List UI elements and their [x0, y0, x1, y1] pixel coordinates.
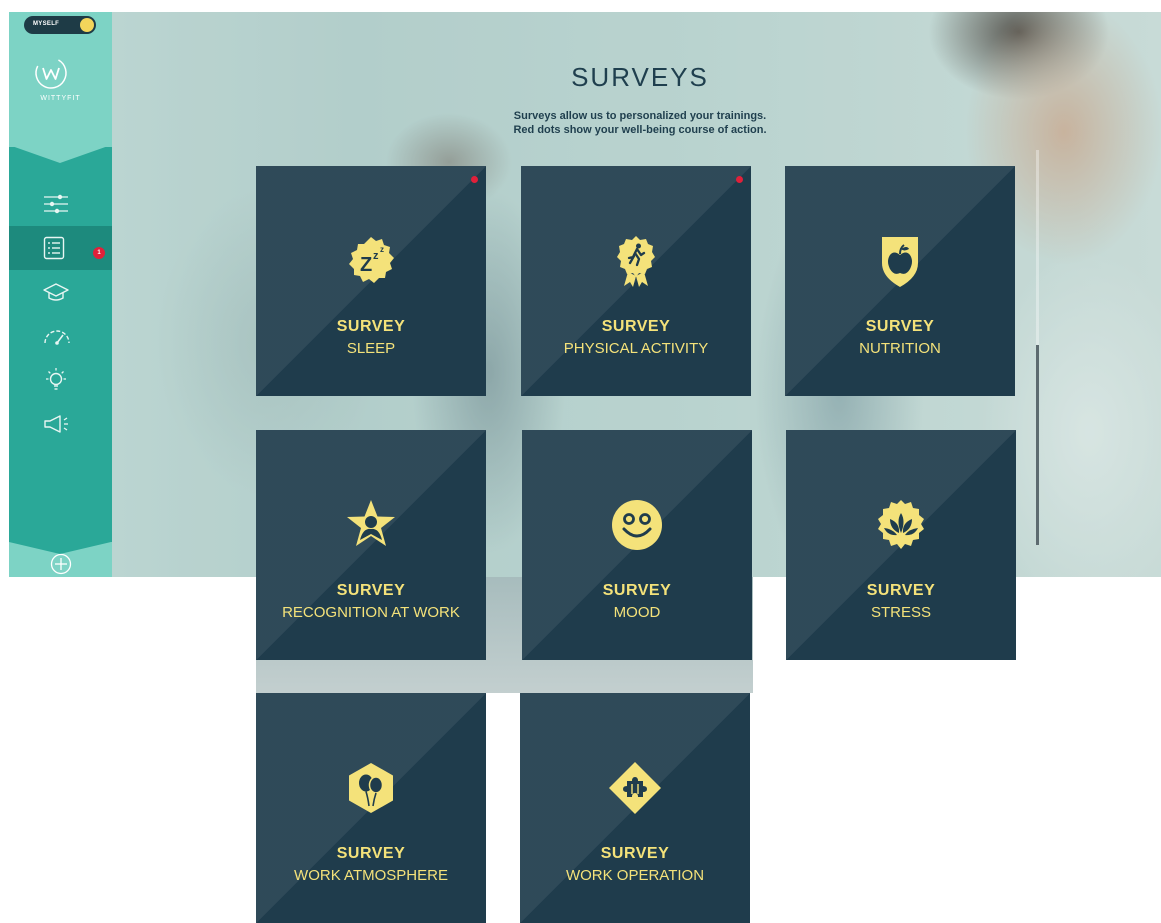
sidebar-footer [9, 542, 112, 577]
survey-card-work-operation[interactable]: SURVEY WORK OPERATION [520, 693, 750, 923]
card-title: SURVEY [336, 318, 406, 335]
card-title: SURVEY [866, 582, 936, 599]
card-title: SURVEY [336, 845, 406, 862]
lotus-icon [878, 500, 924, 549]
puzzle-diamond-icon [609, 762, 661, 814]
apple-shield-icon [882, 237, 918, 287]
card-subtitle: PHYSICAL ACTIVITY [563, 340, 709, 357]
card-title: SURVEY [336, 582, 406, 599]
toggle-knob [80, 18, 94, 32]
card-subtitle: STRESS [870, 604, 931, 621]
svg-text:z: z [373, 250, 379, 262]
nav-item-dashboard[interactable] [9, 314, 112, 358]
subtitle-line-1: Surveys allow us to personalized your tr… [513, 110, 767, 122]
card-subtitle: NUTRITION [859, 340, 941, 357]
sidebar-chevron [9, 145, 111, 163]
subtitle-line-2: Red dots show your well-being course of … [513, 124, 767, 136]
running-badge-icon [617, 236, 655, 287]
card-subtitle: WORK ATMOSPHERE [294, 867, 448, 884]
survey-card-recognition-at-work[interactable]: SURVEY RECOGNITION AT WORK [256, 430, 486, 660]
red-dot-indicator [471, 176, 478, 183]
nav-item-settings[interactable] [9, 182, 112, 226]
card-title: SURVEY [865, 318, 935, 335]
nav-item-training[interactable] [9, 270, 112, 314]
survey-card-work-atmosphere[interactable]: SURVEY WORK ATMOSPHERE [256, 693, 486, 923]
megaphone-icon [44, 415, 68, 433]
logo-icon [35, 57, 67, 89]
card-subtitle: MOOD [613, 604, 661, 621]
mode-toggle-label: MYSELF [33, 21, 60, 27]
scrollbar-thumb[interactable] [1036, 345, 1039, 545]
sidebar-header: MYSELF WITTYFIT [9, 12, 112, 147]
svg-text:Z: Z [360, 254, 372, 276]
svg-text:z: z [380, 245, 384, 254]
sliders-icon [44, 194, 68, 214]
card-title: SURVEY [601, 318, 671, 335]
graduation-cap-icon [43, 283, 69, 301]
gauge-icon [44, 330, 70, 345]
page-subtitle: Surveys allow us to personalized your tr… [440, 109, 840, 137]
red-dot-indicator [736, 176, 743, 183]
survey-card-physical-activity[interactable]: SURVEY PHYSICAL ACTIVITY [521, 166, 751, 396]
sleep-icon: Z z z [349, 237, 394, 283]
nav-item-announcements[interactable] [9, 402, 112, 446]
add-icon[interactable] [50, 553, 72, 575]
mode-toggle[interactable]: MYSELF [24, 16, 96, 34]
survey-card-stress[interactable]: SURVEY STRESS [786, 430, 1016, 660]
card-title: SURVEY [602, 582, 672, 599]
nav-item-surveys[interactable]: 1 [9, 226, 112, 270]
checklist-icon [43, 236, 65, 260]
notification-badge: 1 [93, 247, 105, 259]
survey-card-nutrition[interactable]: SURVEY NUTRITION [785, 166, 1015, 396]
card-subtitle: RECOGNITION AT WORK [282, 604, 460, 621]
card-subtitle: WORK OPERATION [565, 867, 705, 884]
balloon-hexagon-icon [349, 763, 393, 813]
nav-item-ideas[interactable] [9, 358, 112, 402]
card-title: SURVEY [600, 845, 670, 862]
smiley-icon [612, 500, 662, 550]
lightbulb-icon [46, 368, 66, 390]
card-subtitle: SLEEP [346, 340, 396, 357]
survey-card-sleep[interactable]: Z z z SURVEY SLEEP [256, 166, 486, 396]
survey-card-mood[interactable]: SURVEY MOOD [522, 430, 752, 660]
page-title: SURVEYS [571, 62, 709, 92]
star-person-icon [347, 500, 395, 546]
logo-text: WITTYFIT [40, 95, 81, 102]
sidebar: MYSELF WITTYFIT 1 [9, 12, 112, 577]
